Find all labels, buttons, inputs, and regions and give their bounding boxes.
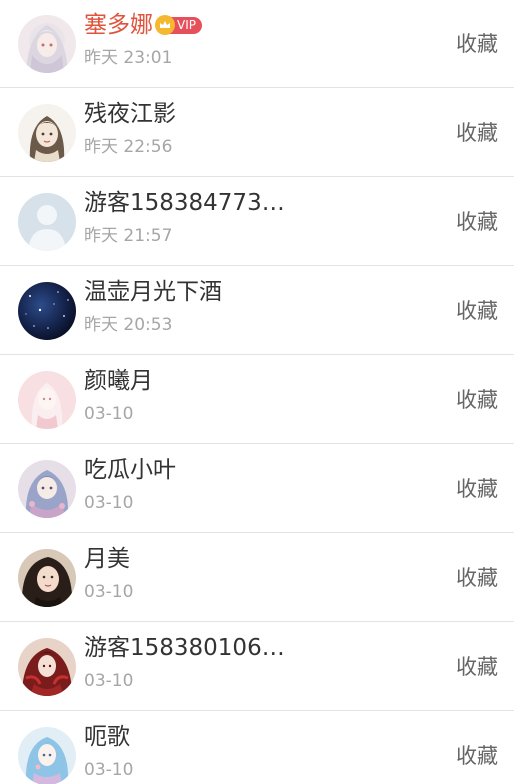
pink-anime-girl-avatar[interactable] <box>18 371 76 429</box>
divider <box>0 443 514 444</box>
time-label: 昨天 22:56 <box>84 137 173 157</box>
anime-girl-white-hair-avatar[interactable] <box>18 15 76 73</box>
username-text: 塞多娜 <box>84 12 153 38</box>
time-label: 03-10 <box>84 493 134 513</box>
list-item[interactable]: 游客158380106… 03-10 收藏 <box>0 623 514 711</box>
starry-night-avatar[interactable] <box>18 282 76 340</box>
username: 游客158384773… <box>84 190 285 216</box>
collect-button[interactable]: 收藏 <box>456 297 498 325</box>
time-label: 昨天 23:01 <box>84 48 173 68</box>
crown-icon <box>155 15 175 35</box>
collect-button[interactable]: 收藏 <box>456 564 498 592</box>
anime-girl-sketch-avatar[interactable] <box>18 104 76 162</box>
divider <box>0 176 514 177</box>
username: 温壶月光下酒 <box>84 279 222 305</box>
username: 呃歌 <box>84 724 130 750</box>
collect-button[interactable]: 收藏 <box>456 119 498 147</box>
divider <box>0 354 514 355</box>
collection-user-list: 塞多娜 VIP 昨天 23:01 收藏 残夜江影 昨天 22:56 收藏 游客1… <box>0 0 526 784</box>
time-label: 昨天 21:57 <box>84 226 173 246</box>
time-label: 03-10 <box>84 671 134 691</box>
time-label: 03-10 <box>84 760 134 780</box>
divider <box>0 265 514 266</box>
time-label: 03-10 <box>84 582 134 602</box>
default-user-avatar[interactable] <box>18 193 76 251</box>
collect-button[interactable]: 收藏 <box>456 742 498 770</box>
collect-button[interactable]: 收藏 <box>456 208 498 236</box>
username: 残夜江影 <box>84 101 176 127</box>
username: 塞多娜 VIP <box>84 10 202 40</box>
list-item[interactable]: 温壶月光下酒 昨天 20:53 收藏 <box>0 267 514 355</box>
list-item[interactable]: 吃瓜小叶 03-10 收藏 <box>0 445 514 533</box>
time-label: 昨天 20:53 <box>84 315 173 335</box>
list-item[interactable]: 月美 03-10 收藏 <box>0 534 514 622</box>
photo-girl-avatar[interactable] <box>18 549 76 607</box>
username: 吃瓜小叶 <box>84 457 176 483</box>
anime-girl-purple-avatar[interactable] <box>18 460 76 518</box>
list-item[interactable]: 残夜江影 昨天 22:56 收藏 <box>0 89 514 177</box>
blue-anime-girl-avatar[interactable] <box>18 727 76 784</box>
list-item[interactable]: 呃歌 03-10 收藏 <box>0 712 514 784</box>
divider <box>0 621 514 622</box>
collect-button[interactable]: 收藏 <box>456 386 498 414</box>
divider <box>0 532 514 533</box>
list-item[interactable]: 游客158384773… 昨天 21:57 收藏 <box>0 178 514 266</box>
collect-button[interactable]: 收藏 <box>456 30 498 58</box>
collect-button[interactable]: 收藏 <box>456 653 498 681</box>
red-anime-character-avatar[interactable] <box>18 638 76 696</box>
collect-button[interactable]: 收藏 <box>456 475 498 503</box>
time-label: 03-10 <box>84 404 134 424</box>
divider <box>0 710 514 711</box>
list-item[interactable]: 颜曦月 03-10 收藏 <box>0 356 514 444</box>
list-item[interactable]: 塞多娜 VIP 昨天 23:01 收藏 <box>0 0 514 88</box>
username: 游客158380106… <box>84 635 285 661</box>
username: 颜曦月 <box>84 368 153 394</box>
username: 月美 <box>84 546 130 572</box>
divider <box>0 87 514 88</box>
vip-badge: VIP <box>155 15 202 35</box>
